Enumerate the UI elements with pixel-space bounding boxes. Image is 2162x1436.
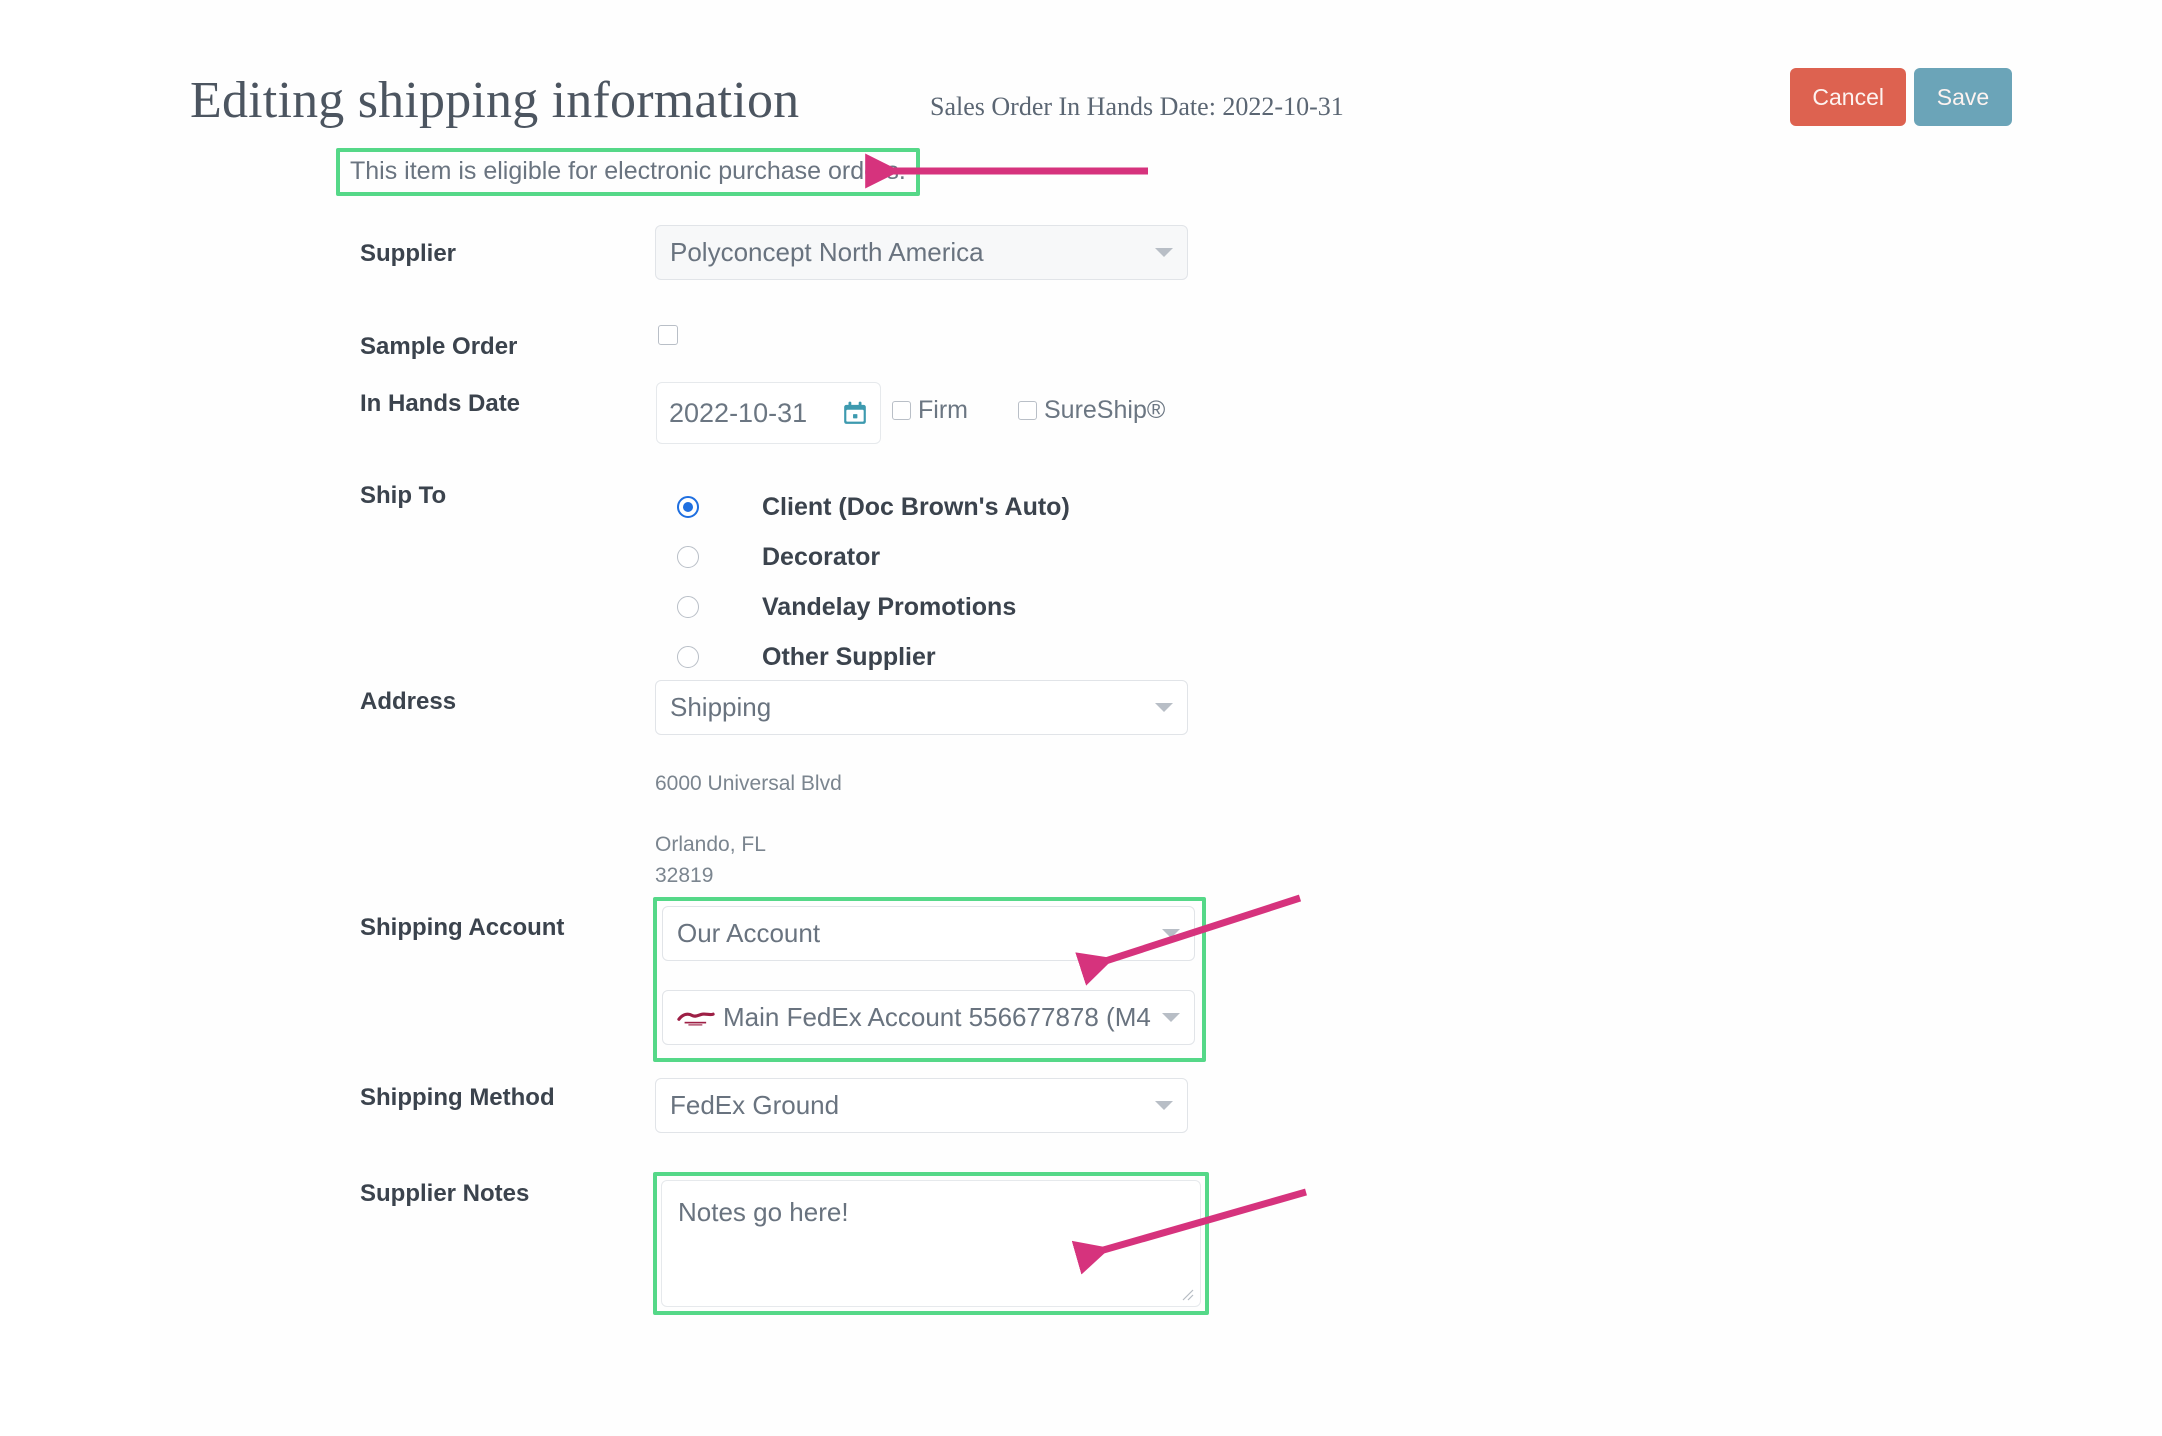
- in-hands-date-label: In Hands Date: [360, 390, 520, 418]
- ship-to-option-label: Client (Doc Brown's Auto): [762, 493, 1070, 522]
- address-label: Address: [360, 688, 456, 716]
- address-street: 6000 Universal Blvd: [655, 772, 842, 796]
- shipping-account-select[interactable]: Our Account: [662, 906, 1195, 961]
- radio-icon: [677, 596, 699, 618]
- shipping-information-form: Supplier Polyconcept North America Sampl…: [150, 0, 2162, 1436]
- ship-to-option-client[interactable]: Client (Doc Brown's Auto): [677, 482, 1070, 532]
- calendar-icon[interactable]: [842, 400, 868, 426]
- shipping-account-select-value: Our Account: [677, 918, 1154, 949]
- shipping-account-detail-value: Main FedEx Account 556677878 (M4: [723, 1002, 1154, 1033]
- address-select[interactable]: Shipping: [655, 680, 1188, 735]
- radio-icon: [677, 646, 699, 668]
- shipping-method-select-value: FedEx Ground: [670, 1090, 1147, 1121]
- chevron-down-icon: [1162, 929, 1180, 938]
- supplier-notes-textarea[interactable]: [661, 1180, 1201, 1307]
- sample-order-label: Sample Order: [360, 333, 517, 361]
- supplier-label: Supplier: [360, 240, 456, 268]
- radio-icon: [677, 496, 699, 518]
- address-city-state: Orlando, FL: [655, 833, 766, 857]
- in-hands-date-input[interactable]: 2022-10-31: [656, 382, 881, 444]
- chevron-down-icon: [1155, 1101, 1173, 1110]
- header-actions: Cancel Save: [1790, 68, 2012, 126]
- ship-to-option-label: Other Supplier: [762, 643, 936, 672]
- sample-order-checkbox[interactable]: [658, 325, 678, 345]
- shipping-method-label: Shipping Method: [360, 1084, 555, 1112]
- supplier-notes-label: Supplier Notes: [360, 1180, 529, 1208]
- firm-checkbox[interactable]: Firm: [892, 396, 968, 425]
- ship-to-option-label: Vandelay Promotions: [762, 593, 1016, 622]
- save-button[interactable]: Save: [1914, 68, 2012, 126]
- shipping-account-label: Shipping Account: [360, 914, 564, 942]
- ship-to-radio-group: Client (Doc Brown's Auto) Decorator Vand…: [677, 482, 1070, 682]
- cancel-button[interactable]: Cancel: [1790, 68, 1906, 126]
- ship-to-option-label: Decorator: [762, 543, 880, 572]
- chevron-down-icon: [1155, 248, 1173, 257]
- page-panel: Editing shipping information Sales Order…: [150, 0, 2162, 1436]
- sureship-checkbox-box: [1018, 401, 1037, 420]
- ship-to-option-decorator[interactable]: Decorator: [677, 532, 1070, 582]
- firm-checkbox-label: Firm: [918, 396, 968, 425]
- chevron-down-icon: [1155, 703, 1173, 712]
- radio-icon: [677, 546, 699, 568]
- shipping-account-detail-select[interactable]: Main FedEx Account 556677878 (M4: [662, 990, 1195, 1045]
- sureship-checkbox-label: SureShip®: [1044, 396, 1165, 425]
- shipping-method-select[interactable]: FedEx Ground: [655, 1078, 1188, 1133]
- ship-to-option-vandelay-promotions[interactable]: Vandelay Promotions: [677, 582, 1070, 632]
- address-zip: 32819: [655, 864, 713, 888]
- in-hands-date-value: 2022-10-31: [669, 398, 842, 429]
- address-select-value: Shipping: [670, 692, 1147, 723]
- ship-to-option-other-supplier[interactable]: Other Supplier: [677, 632, 1070, 682]
- sureship-checkbox[interactable]: SureShip®: [1018, 396, 1165, 425]
- supplier-select[interactable]: Polyconcept North America: [655, 225, 1188, 280]
- ship-to-label: Ship To: [360, 482, 446, 510]
- firm-checkbox-box: [892, 401, 911, 420]
- chevron-down-icon: [1162, 1013, 1180, 1022]
- hobby-lobby-logo-icon: [677, 1008, 715, 1028]
- supplier-select-value: Polyconcept North America: [670, 237, 1147, 268]
